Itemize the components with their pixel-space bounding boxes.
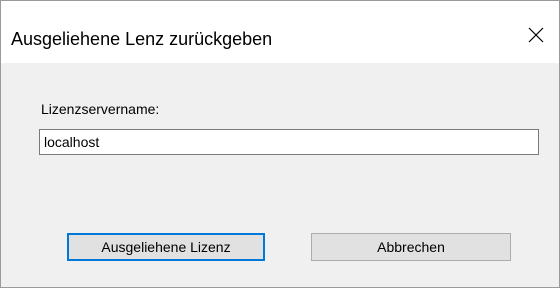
title-bar: Ausgeliehene Lenz zurückgeben — [1, 1, 559, 63]
cancel-button[interactable]: Abbrechen — [311, 233, 511, 261]
server-name-input[interactable] — [39, 129, 539, 155]
dialog-window: Ausgeliehene Lenz zurückgeben Lizenzserv… — [0, 0, 560, 288]
dialog-title: Ausgeliehene Lenz zurückgeben — [11, 29, 273, 49]
return-license-button[interactable]: Ausgeliehene Lizenz — [67, 233, 265, 261]
close-button[interactable] — [513, 15, 559, 55]
server-name-label: Lizenzservername: — [41, 101, 160, 117]
close-icon — [528, 27, 544, 43]
